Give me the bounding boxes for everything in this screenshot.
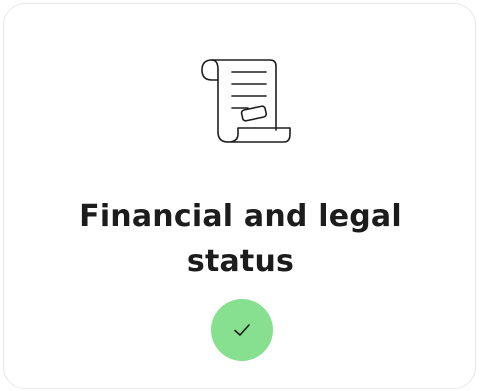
checkmark-icon [234, 324, 250, 336]
card-title-line-2: status [186, 244, 295, 279]
document-scroll-icon [198, 54, 294, 150]
financial-legal-status-card[interactable]: Financial and legal status [3, 3, 476, 389]
card-title: Financial and legal status [4, 194, 477, 284]
card-title-line-1: Financial and legal [79, 199, 402, 234]
status-check-badge [211, 299, 273, 361]
